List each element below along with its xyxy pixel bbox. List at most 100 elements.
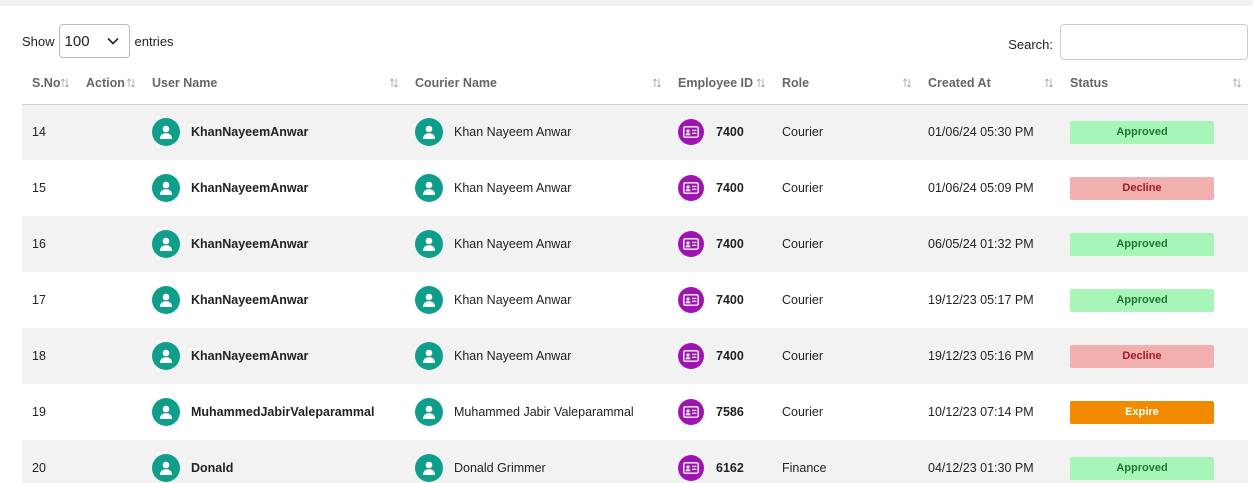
column-header-label: User Name bbox=[152, 76, 218, 91]
user-name-value: Donald bbox=[191, 461, 234, 475]
cell-employee-id: 7400 bbox=[668, 104, 772, 160]
user-icon bbox=[152, 342, 180, 370]
cell-sno: 15 bbox=[22, 160, 76, 216]
sort-arrows-icon[interactable] bbox=[389, 77, 399, 89]
cell-created-at: 19/12/23 05:16 PM bbox=[918, 328, 1060, 384]
employee-id-value: 7400 bbox=[716, 181, 744, 195]
sno-value: 19 bbox=[32, 405, 46, 419]
entries-length-control: Show 100 entries bbox=[22, 24, 174, 58]
cell-sno: 14 bbox=[22, 104, 76, 160]
cell-status: Approved bbox=[1060, 272, 1248, 328]
cell-action bbox=[76, 328, 142, 384]
cell-status: Expire bbox=[1060, 384, 1248, 440]
cell-courier-name: Khan Nayeem Anwar bbox=[405, 104, 668, 160]
sort-arrows-icon[interactable] bbox=[1232, 77, 1242, 89]
courier-name-value: Khan Nayeem Anwar bbox=[454, 293, 572, 307]
user-name-value: KhanNayeemAnwar bbox=[191, 293, 309, 307]
table-header-row: S.No Action User Name Courier Name Employee … bbox=[22, 63, 1248, 105]
role-value: Courier bbox=[782, 237, 823, 251]
cell-employee-id: 7400 bbox=[668, 328, 772, 384]
table-row[interactable]: 19 MuhammedJabirValeparammal Muhammed Jabi… bbox=[22, 384, 1248, 440]
cell-employee-id: 7400 bbox=[668, 160, 772, 216]
cell-user-name: KhanNayeemAnwar bbox=[142, 272, 405, 328]
cell-action bbox=[76, 272, 142, 328]
table-row[interactable]: 15 KhanNayeemAnwar Khan Nayeem Anwar 7400 Co… bbox=[22, 160, 1248, 216]
chevron-down-icon bbox=[106, 37, 119, 45]
status-badge: Decline bbox=[1070, 344, 1214, 368]
role-value: Courier bbox=[782, 293, 823, 307]
status-badge: Decline bbox=[1070, 176, 1214, 200]
column-header-label: Courier Name bbox=[415, 76, 497, 91]
sort-arrows-icon[interactable] bbox=[756, 77, 766, 89]
top-strip bbox=[0, 0, 1253, 6]
column-header-status[interactable]: Status bbox=[1060, 63, 1248, 105]
column-header-action[interactable]: Action bbox=[76, 63, 142, 105]
employee-id-value: 7586 bbox=[716, 405, 744, 419]
cell-courier-name: Muhammed Jabir Valeparammal bbox=[405, 384, 668, 440]
cell-user-name: KhanNayeemAnwar bbox=[142, 104, 405, 160]
column-header-label: Action bbox=[86, 76, 125, 91]
cell-sno: 16 bbox=[22, 216, 76, 272]
role-value: Finance bbox=[782, 461, 827, 475]
cell-employee-id: 6162 bbox=[668, 440, 772, 483]
cell-courier-name: Khan Nayeem Anwar bbox=[405, 328, 668, 384]
cell-user-name: MuhammedJabirValeparammal bbox=[142, 384, 405, 440]
sno-value: 18 bbox=[32, 349, 46, 363]
cell-user-name: KhanNayeemAnwar bbox=[142, 160, 405, 216]
cell-courier-name: Donald Grimmer bbox=[405, 440, 668, 483]
courier-name-value: Donald Grimmer bbox=[454, 461, 546, 475]
sort-arrows-icon[interactable] bbox=[1044, 77, 1054, 89]
entries-select[interactable]: 100 bbox=[58, 24, 130, 58]
table-row[interactable]: 17 KhanNayeemAnwar Khan Nayeem Anwar 7400 Co… bbox=[22, 272, 1248, 328]
cell-role: Finance bbox=[772, 440, 918, 483]
table-row[interactable]: 18 KhanNayeemAnwar Khan Nayeem Anwar 7400 Co… bbox=[22, 328, 1248, 384]
created-at-value: 19/12/23 05:17 PM bbox=[928, 293, 1034, 307]
cell-created-at: 04/12/23 01:30 PM bbox=[918, 440, 1060, 483]
cell-role: Courier bbox=[772, 328, 918, 384]
table-row[interactable]: 14 KhanNayeemAnwar Khan Nayeem Anwar 7400 Co… bbox=[22, 104, 1248, 160]
cell-action bbox=[76, 216, 142, 272]
column-header-role[interactable]: Role bbox=[772, 63, 918, 105]
table-row[interactable]: 16 KhanNayeemAnwar Khan Nayeem Anwar 7400 Co… bbox=[22, 216, 1248, 272]
cell-status: Approved bbox=[1060, 104, 1248, 160]
courier-name-value: Khan Nayeem Anwar bbox=[454, 237, 572, 251]
sort-arrows-icon[interactable] bbox=[126, 77, 136, 89]
user-name-value: KhanNayeemAnwar bbox=[191, 349, 309, 363]
sort-arrows-icon[interactable] bbox=[902, 77, 912, 89]
id-card-icon bbox=[678, 343, 704, 369]
cell-role: Courier bbox=[772, 384, 918, 440]
id-card-icon bbox=[678, 175, 704, 201]
cell-status: Approved bbox=[1060, 216, 1248, 272]
entries-select-value: 100 bbox=[64, 32, 90, 50]
couriers-table: S.No Action User Name Courier Name Employee … bbox=[22, 63, 1248, 483]
user-icon bbox=[152, 118, 180, 147]
table-row[interactable]: 20 Donald Donald Grimmer 6162 Finance 04/12/2… bbox=[22, 440, 1248, 483]
created-at-value: 10/12/23 07:14 PM bbox=[928, 405, 1034, 419]
column-header-sno[interactable]: S.No bbox=[22, 63, 76, 105]
id-card-icon bbox=[678, 399, 704, 425]
user-icon bbox=[415, 118, 443, 147]
column-header-user-name[interactable]: User Name bbox=[142, 63, 405, 105]
cell-status: Decline bbox=[1060, 328, 1248, 384]
created-at-value: 01/06/24 05:09 PM bbox=[928, 181, 1034, 195]
user-name-value: KhanNayeemAnwar bbox=[191, 237, 309, 251]
cell-employee-id: 7400 bbox=[668, 216, 772, 272]
sort-arrows-icon[interactable] bbox=[60, 77, 70, 89]
cell-status: Decline bbox=[1060, 160, 1248, 216]
courier-name-value: Muhammed Jabir Valeparammal bbox=[454, 405, 634, 419]
id-card-icon bbox=[678, 287, 704, 313]
user-icon bbox=[415, 342, 443, 370]
column-header-created-at[interactable]: Created At bbox=[918, 63, 1060, 105]
cell-user-name: KhanNayeemAnwar bbox=[142, 216, 405, 272]
user-icon bbox=[415, 398, 443, 426]
search-input[interactable] bbox=[1060, 24, 1248, 60]
role-value: Courier bbox=[782, 181, 823, 195]
column-header-employee-id[interactable]: Employee ID bbox=[668, 63, 772, 105]
employee-id-value: 7400 bbox=[716, 293, 744, 307]
cell-role: Courier bbox=[772, 272, 918, 328]
cell-courier-name: Khan Nayeem Anwar bbox=[405, 272, 668, 328]
cell-created-at: 19/12/23 05:17 PM bbox=[918, 272, 1060, 328]
column-header-courier-name[interactable]: Courier Name bbox=[405, 63, 668, 105]
created-at-value: 06/05/24 01:32 PM bbox=[928, 237, 1034, 251]
sort-arrows-icon[interactable] bbox=[652, 77, 662, 89]
